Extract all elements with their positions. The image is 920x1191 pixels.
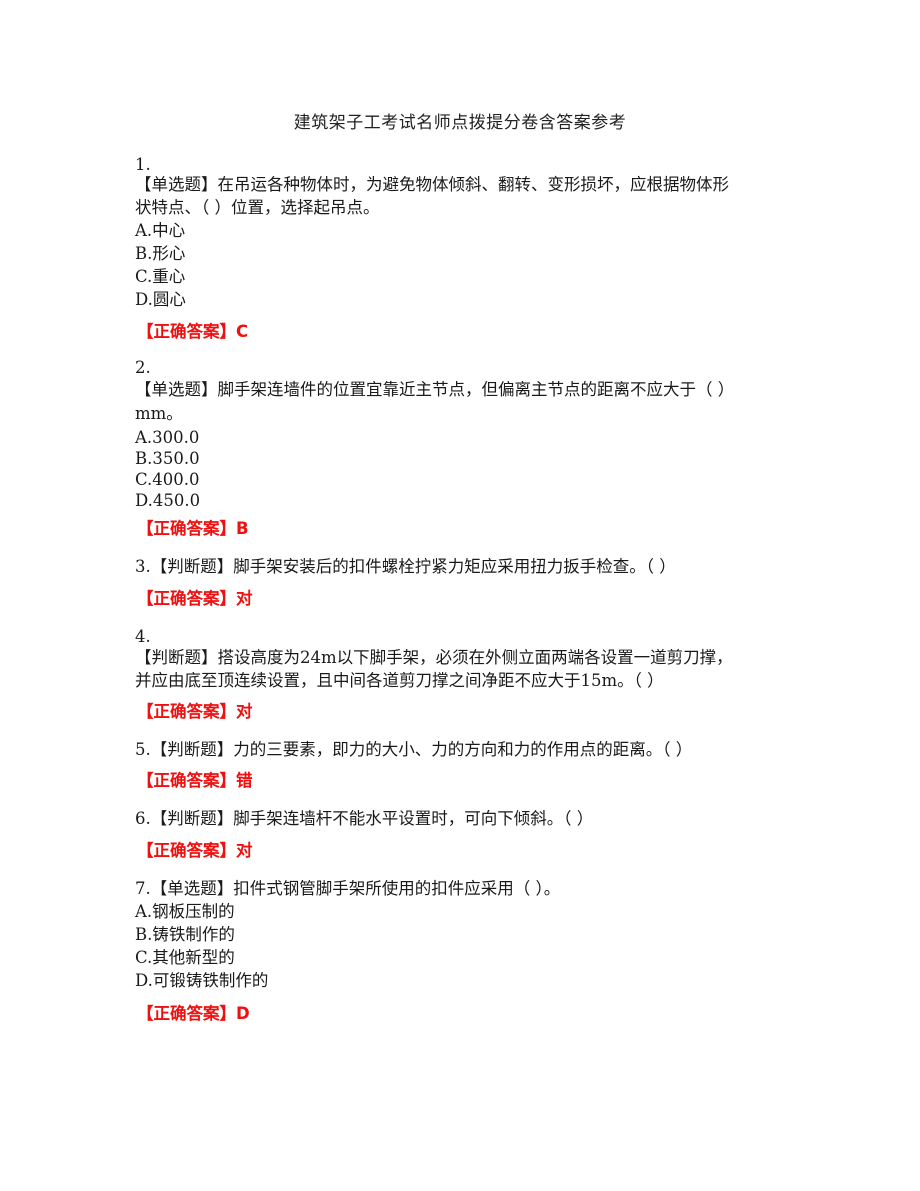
answer-label: 【正确答案】 <box>137 322 236 341</box>
option-b: B.350.0 <box>135 449 200 468</box>
option-b: B.形心 <box>135 244 186 263</box>
question-text: 在吊运各种物体时，为避免物体倾斜、翻转、变形损坏，应根据物体形 <box>217 175 730 194</box>
question-text-line-1: 【判断题】搭设高度为24m以下脚手架，必须在外侧立面两端各设置一道剪刀撑， <box>135 647 733 669</box>
correct-answer: 【正确答案】B <box>137 515 249 539</box>
correct-answer: 【正确答案】D <box>137 1000 250 1024</box>
correct-answer: 【正确答案】对 <box>137 585 253 609</box>
question-text: 搭设高度为24m以下脚手架，必须在外侧立面两端各设置一道剪刀撑， <box>217 648 733 667</box>
question-text-line-1: 5.【判断题】力的三要素，即力的大小、力的方向和力的作用点的距离。（ ） <box>135 739 692 761</box>
answer-value: D <box>236 1004 250 1023</box>
option-c: C.400.0 <box>135 470 200 489</box>
answer-label: 【正确答案】 <box>137 841 236 860</box>
question-type: 【判断题】 <box>135 648 218 667</box>
answer-label: 【正确答案】 <box>137 519 236 538</box>
question-type: 【单选题】 <box>135 380 218 399</box>
option-d: D.450.0 <box>135 491 201 510</box>
option-a: A.钢板压制的 <box>135 902 235 921</box>
question-text: 脚手架安装后的扣件螺栓拧紧力矩应采用扭力扳手检查。（ ） <box>233 557 676 576</box>
answer-value: 对 <box>236 589 253 608</box>
question-text-line-1: 6.【判断题】脚手架连墙杆不能水平设置时，可向下倾斜。（ ） <box>135 808 593 830</box>
question-number: 4. <box>135 627 151 646</box>
option-d: D.圆心 <box>135 290 186 309</box>
answer-value: C <box>236 322 249 341</box>
correct-answer: 【正确答案】C <box>137 318 248 342</box>
option-b: B.铸铁制作的 <box>135 925 235 944</box>
answer-value: 错 <box>236 771 253 790</box>
question-text-line-1: 7.【单选题】扣件式钢管脚手架所使用的扣件应采用（ ）。 <box>135 878 560 900</box>
answer-label: 【正确答案】 <box>137 589 236 608</box>
answer-value: B <box>236 519 249 538</box>
question-text-line-2: 状特点、（ ）位置，选择起吊点。 <box>135 198 380 217</box>
question-number: 1. <box>135 155 151 174</box>
question-number: 2. <box>135 358 151 377</box>
option-a: A.中心 <box>135 221 186 240</box>
question-type: 【判断题】 <box>150 557 234 576</box>
question-number: 7. <box>135 879 151 898</box>
question-type: 【单选题】 <box>135 175 218 194</box>
question-text-line-1: 【单选题】脚手架连墙件的位置宜靠近主节点，但偏离主节点的距离不应大于（ ） <box>135 379 734 401</box>
question-text: 脚手架连墙件的位置宜靠近主节点，但偏离主节点的距离不应大于（ ） <box>217 380 735 399</box>
question-number: 3. <box>135 557 151 576</box>
question-text: 扣件式钢管脚手架所使用的扣件应采用（ ）。 <box>233 879 561 898</box>
question-text-line-1: 【单选题】在吊运各种物体时，为避免物体倾斜、翻转、变形损坏，应根据物体形 <box>135 174 729 196</box>
question-text-line-2: 并应由底至顶连续设置，且中间各道剪刀撑之间净距不应大于15m。（ ） <box>135 671 664 690</box>
document-title: 建筑架子工考试名师点拨提分卷含答案参考 <box>293 113 627 133</box>
question-type: 【判断题】 <box>150 809 234 828</box>
option-a: A.300.0 <box>135 428 200 447</box>
question-type: 【单选题】 <box>150 879 234 898</box>
question-text: 力的三要素，即力的大小、力的方向和力的作用点的距离。（ ） <box>233 740 693 759</box>
answer-value: 对 <box>236 702 253 721</box>
answer-label: 【正确答案】 <box>137 702 236 721</box>
correct-answer: 【正确答案】错 <box>137 767 253 791</box>
document-page: 建筑架子工考试名师点拨提分卷含答案参考 1. 【单选题】在吊运各种物体时，为避免… <box>0 0 920 1191</box>
question-text-line-2: mm。 <box>135 404 183 423</box>
option-c: C.其他新型的 <box>135 948 235 967</box>
question-text: 脚手架连墙杆不能水平设置时，可向下倾斜。（ ） <box>233 809 594 828</box>
correct-answer: 【正确答案】对 <box>137 698 253 722</box>
question-text-line-1: 3.【判断题】脚手架安装后的扣件螺栓拧紧力矩应采用扭力扳手检查。（ ） <box>135 556 676 578</box>
question-number: 6. <box>135 809 151 828</box>
option-d: D.可锻铸铁制作的 <box>135 971 269 990</box>
correct-answer: 【正确答案】对 <box>137 837 253 861</box>
question-number: 5. <box>135 740 151 759</box>
question-type: 【判断题】 <box>150 740 234 759</box>
answer-label: 【正确答案】 <box>137 1004 236 1023</box>
answer-label: 【正确答案】 <box>137 771 236 790</box>
option-c: C.重心 <box>135 267 186 286</box>
answer-value: 对 <box>236 841 253 860</box>
